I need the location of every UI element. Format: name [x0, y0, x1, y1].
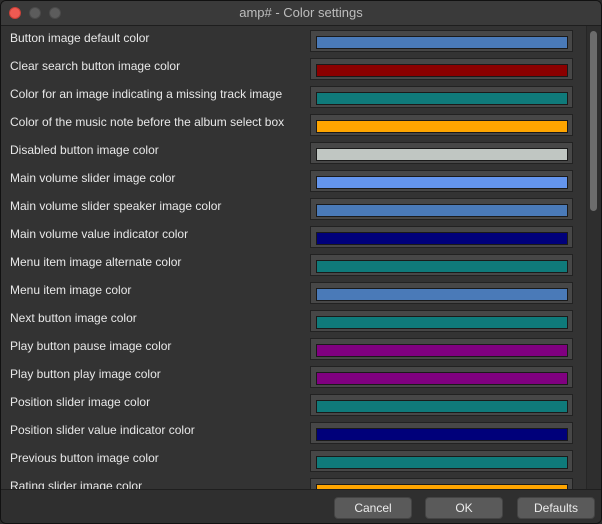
setting-row: Main volume slider speaker image color: [1, 194, 587, 222]
window-title: amp# - Color settings: [239, 5, 363, 20]
setting-label: Menu item image color: [10, 283, 132, 297]
setting-label: Position slider value indicator color: [10, 423, 195, 437]
setting-row: Color of the music note before the album…: [1, 110, 587, 138]
color-swatch: [316, 260, 568, 273]
setting-row: Main volume slider image color: [1, 166, 587, 194]
setting-label: Disabled button image color: [10, 143, 159, 157]
color-swatch: [316, 176, 568, 189]
setting-row: Position slider image color: [1, 390, 587, 418]
settings-list: Button image default color Clear search b…: [1, 26, 587, 490]
color-picker-button[interactable]: [310, 114, 573, 136]
color-swatch: [316, 428, 568, 441]
color-swatch: [316, 120, 568, 133]
setting-row: Previous button image color: [1, 446, 587, 474]
color-picker-button[interactable]: [310, 338, 573, 360]
color-picker-button[interactable]: [310, 422, 573, 444]
color-swatch: [316, 232, 568, 245]
setting-row: Disabled button image color: [1, 138, 587, 166]
color-picker-button[interactable]: [310, 142, 573, 164]
color-swatch: [316, 456, 568, 469]
color-swatch: [316, 148, 568, 161]
vertical-scrollbar[interactable]: [586, 26, 601, 490]
color-picker-button[interactable]: [310, 366, 573, 388]
setting-label: Color for an image indicating a missing …: [10, 87, 283, 101]
setting-row: Position slider value indicator color: [1, 418, 587, 446]
color-swatch: [316, 372, 568, 385]
color-swatch: [316, 288, 568, 301]
setting-row: Rating slider image color: [1, 474, 587, 490]
setting-label: Main volume slider speaker image color: [10, 199, 222, 213]
setting-row: Main volume value indicator color: [1, 222, 587, 250]
setting-label: Menu item image alternate color: [10, 255, 182, 269]
setting-label: Play button pause image color: [10, 339, 172, 353]
color-picker-button[interactable]: [310, 58, 573, 80]
setting-row: Play button pause image color: [1, 334, 587, 362]
color-picker-button[interactable]: [310, 226, 573, 248]
setting-row: Next button image color: [1, 306, 587, 334]
cancel-button[interactable]: Cancel: [334, 497, 412, 519]
setting-label: Color of the music note before the album…: [10, 115, 285, 129]
color-picker-button[interactable]: [310, 30, 573, 52]
color-swatch: [316, 344, 568, 357]
setting-label: Main volume value indicator color: [10, 227, 189, 241]
color-picker-button[interactable]: [310, 170, 573, 192]
setting-label: Clear search button image color: [10, 59, 181, 73]
setting-label: Position slider image color: [10, 395, 151, 409]
color-swatch: [316, 204, 568, 217]
color-picker-button[interactable]: [310, 254, 573, 276]
color-swatch: [316, 316, 568, 329]
color-swatch: [316, 36, 568, 49]
color-picker-button[interactable]: [310, 282, 573, 304]
setting-label: Main volume slider image color: [10, 171, 176, 185]
color-picker-button[interactable]: [310, 310, 573, 332]
defaults-button[interactable]: Defaults: [517, 497, 595, 519]
color-picker-button[interactable]: [310, 394, 573, 416]
color-picker-button[interactable]: [310, 198, 573, 220]
ok-button[interactable]: OK: [425, 497, 503, 519]
setting-label: Play button play image color: [10, 367, 161, 381]
setting-row: Play button play image color: [1, 362, 587, 390]
color-picker-button[interactable]: [310, 450, 573, 472]
setting-label: Button image default color: [10, 31, 150, 45]
color-swatch: [316, 400, 568, 413]
dialog-footer: Cancel OK Defaults: [1, 489, 601, 523]
color-settings-window: amp# - Color settings Button image defau…: [0, 0, 602, 524]
color-picker-button[interactable]: [310, 86, 573, 108]
color-swatch: [316, 64, 568, 77]
setting-row: Menu item image alternate color: [1, 250, 587, 278]
setting-row: Color for an image indicating a missing …: [1, 82, 587, 110]
setting-row: Clear search button image color: [1, 54, 587, 82]
color-swatch: [316, 92, 568, 105]
setting-label: Next button image color: [10, 311, 137, 325]
scrollbar-thumb[interactable]: [590, 31, 597, 211]
title-bar: amp# - Color settings: [1, 1, 601, 26]
setting-row: Menu item image color: [1, 278, 587, 306]
setting-label: Previous button image color: [10, 451, 159, 465]
setting-row: Button image default color: [1, 26, 587, 54]
